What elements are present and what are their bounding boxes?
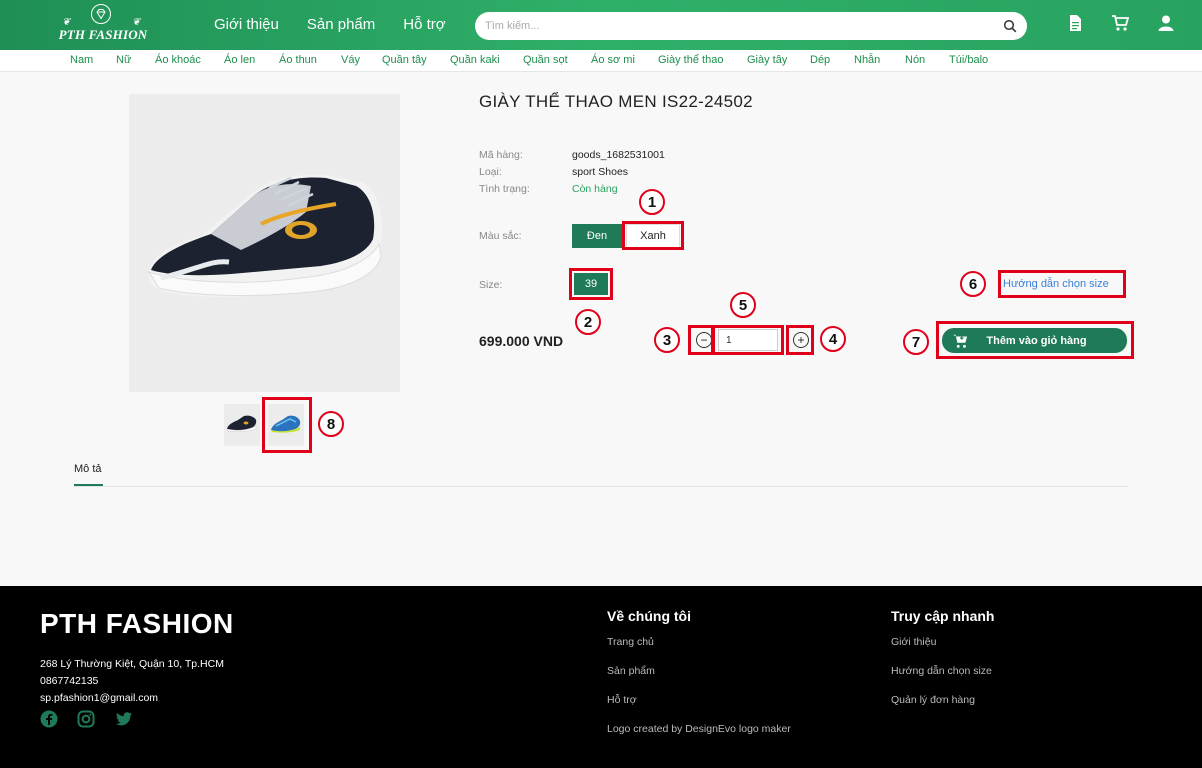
annotation-number-8: 8 bbox=[318, 411, 344, 437]
annotation-number-1: 1 bbox=[639, 189, 665, 215]
annotation-number-7: 7 bbox=[903, 329, 929, 355]
instagram-icon[interactable] bbox=[77, 710, 95, 728]
diamond-icon bbox=[91, 4, 111, 24]
annotation-number-6: 6 bbox=[960, 271, 986, 297]
category-non[interactable]: Nón bbox=[905, 54, 949, 66]
type-value: sport Shoes bbox=[572, 166, 629, 178]
footer: PTH FASHION 268 Lý Thường Kiệt, Quận 10,… bbox=[0, 586, 1202, 768]
cart-icon[interactable] bbox=[1111, 14, 1130, 32]
search-icon[interactable] bbox=[1003, 19, 1017, 33]
annotation-box-8 bbox=[262, 397, 312, 453]
status-label: Tình trạng: bbox=[479, 183, 530, 195]
product-title: GIÀY THỂ THAO MEN IS22-24502 bbox=[479, 92, 753, 111]
top-header: ❦ ❦ PTH FASHION Giới thiệu Sản phẩm Hỗ t… bbox=[0, 0, 1202, 50]
footer-quick-title: Truy cập nhanh bbox=[891, 608, 995, 624]
search-input[interactable] bbox=[485, 16, 985, 36]
category-quan-sot[interactable]: Quần sọt bbox=[523, 54, 591, 66]
product-price: 699.000 VND bbox=[479, 333, 564, 349]
footer-phone: 0867742135 bbox=[40, 675, 99, 687]
category-nhan[interactable]: Nhẫn bbox=[854, 54, 905, 66]
category-ao-thun[interactable]: Áo thun bbox=[279, 54, 341, 66]
nav-products[interactable]: Sản phẩm bbox=[307, 16, 375, 33]
annotation-box-1 bbox=[622, 221, 684, 250]
product-main-image bbox=[129, 94, 400, 392]
nav-support[interactable]: Hỗ trợ bbox=[403, 16, 445, 33]
code-value: goods_1682531001 bbox=[572, 149, 665, 161]
footer-brand: PTH FASHION bbox=[40, 608, 234, 639]
footer-email: sp.pfashion1@gmail.com bbox=[40, 692, 159, 704]
category-tui-balo[interactable]: Túi/balo bbox=[949, 54, 1009, 66]
main-nav: Giới thiệu Sản phẩm Hỗ trợ bbox=[214, 16, 446, 33]
logo[interactable]: ❦ ❦ PTH FASHION bbox=[58, 4, 148, 46]
annotation-box-5 bbox=[712, 325, 784, 355]
twitter-icon[interactable] bbox=[115, 710, 133, 728]
color-option-black[interactable]: Đen bbox=[572, 224, 622, 248]
status-value: Còn hàng bbox=[572, 183, 618, 195]
category-giay-tay[interactable]: Giày tây bbox=[747, 54, 810, 66]
annotation-box-6 bbox=[998, 270, 1126, 298]
facebook-icon[interactable] bbox=[40, 710, 58, 728]
category-nam[interactable]: Nam bbox=[70, 54, 116, 66]
footer-address: 268 Lý Thường Kiệt, Quận 10, Tp.HCM bbox=[40, 658, 224, 670]
annotation-box-2 bbox=[569, 268, 613, 300]
user-icon[interactable] bbox=[1157, 14, 1175, 32]
category-vay[interactable]: Váy bbox=[341, 54, 382, 66]
category-giay-the-thao[interactable]: Giày thể thao bbox=[658, 54, 747, 66]
footer-link-logo-credit[interactable]: Logo created by DesignEvo logo maker bbox=[607, 723, 791, 735]
sneaker-image bbox=[147, 174, 383, 297]
category-ao-len[interactable]: Áo len bbox=[224, 54, 279, 66]
thumbnail-black[interactable] bbox=[224, 404, 260, 446]
logo-text: PTH FASHION bbox=[58, 27, 148, 42]
document-icon[interactable] bbox=[1066, 14, 1084, 32]
search-bar bbox=[475, 12, 1027, 40]
nav-about[interactable]: Giới thiệu bbox=[214, 16, 279, 33]
footer-link-home[interactable]: Trang chủ bbox=[607, 636, 654, 648]
category-bar: Nam Nữ Áo khoác Áo len Áo thun Váy Quần … bbox=[0, 50, 1202, 72]
footer-link-size-guide[interactable]: Hướng dẫn chọn size bbox=[891, 665, 992, 677]
category-quan-kaki[interactable]: Quần kaki bbox=[450, 54, 523, 66]
category-ao-so-mi[interactable]: Áo sơ mi bbox=[591, 54, 658, 66]
annotation-box-7 bbox=[936, 321, 1134, 359]
category-quan-tay[interactable]: Quần tây bbox=[382, 54, 450, 66]
category-dep[interactable]: Dép bbox=[810, 54, 854, 66]
category-ao-khoac[interactable]: Áo khoác bbox=[155, 54, 224, 66]
size-label: Size: bbox=[479, 279, 503, 291]
tab-divider bbox=[74, 486, 1128, 487]
annotation-number-3: 3 bbox=[654, 327, 680, 353]
footer-link-products[interactable]: Sản phẩm bbox=[607, 665, 655, 677]
annotation-number-2: 2 bbox=[575, 309, 601, 335]
color-label: Màu sắc: bbox=[479, 230, 522, 242]
tab-description[interactable]: Mô tả bbox=[74, 463, 102, 475]
code-label: Mã hàng: bbox=[479, 149, 523, 161]
annotation-number-5: 5 bbox=[730, 292, 756, 318]
annotation-box-4 bbox=[786, 325, 814, 355]
type-label: Loại: bbox=[479, 166, 502, 178]
footer-link-about[interactable]: Giới thiệu bbox=[891, 636, 936, 648]
footer-link-support[interactable]: Hỗ trợ bbox=[607, 694, 637, 706]
annotation-number-4: 4 bbox=[820, 326, 846, 352]
footer-link-orders[interactable]: Quản lý đơn hàng bbox=[891, 694, 975, 706]
category-nu[interactable]: Nữ bbox=[116, 54, 155, 66]
annotation-box-3 bbox=[688, 325, 714, 355]
footer-about-title: Về chúng tôi bbox=[607, 608, 691, 624]
